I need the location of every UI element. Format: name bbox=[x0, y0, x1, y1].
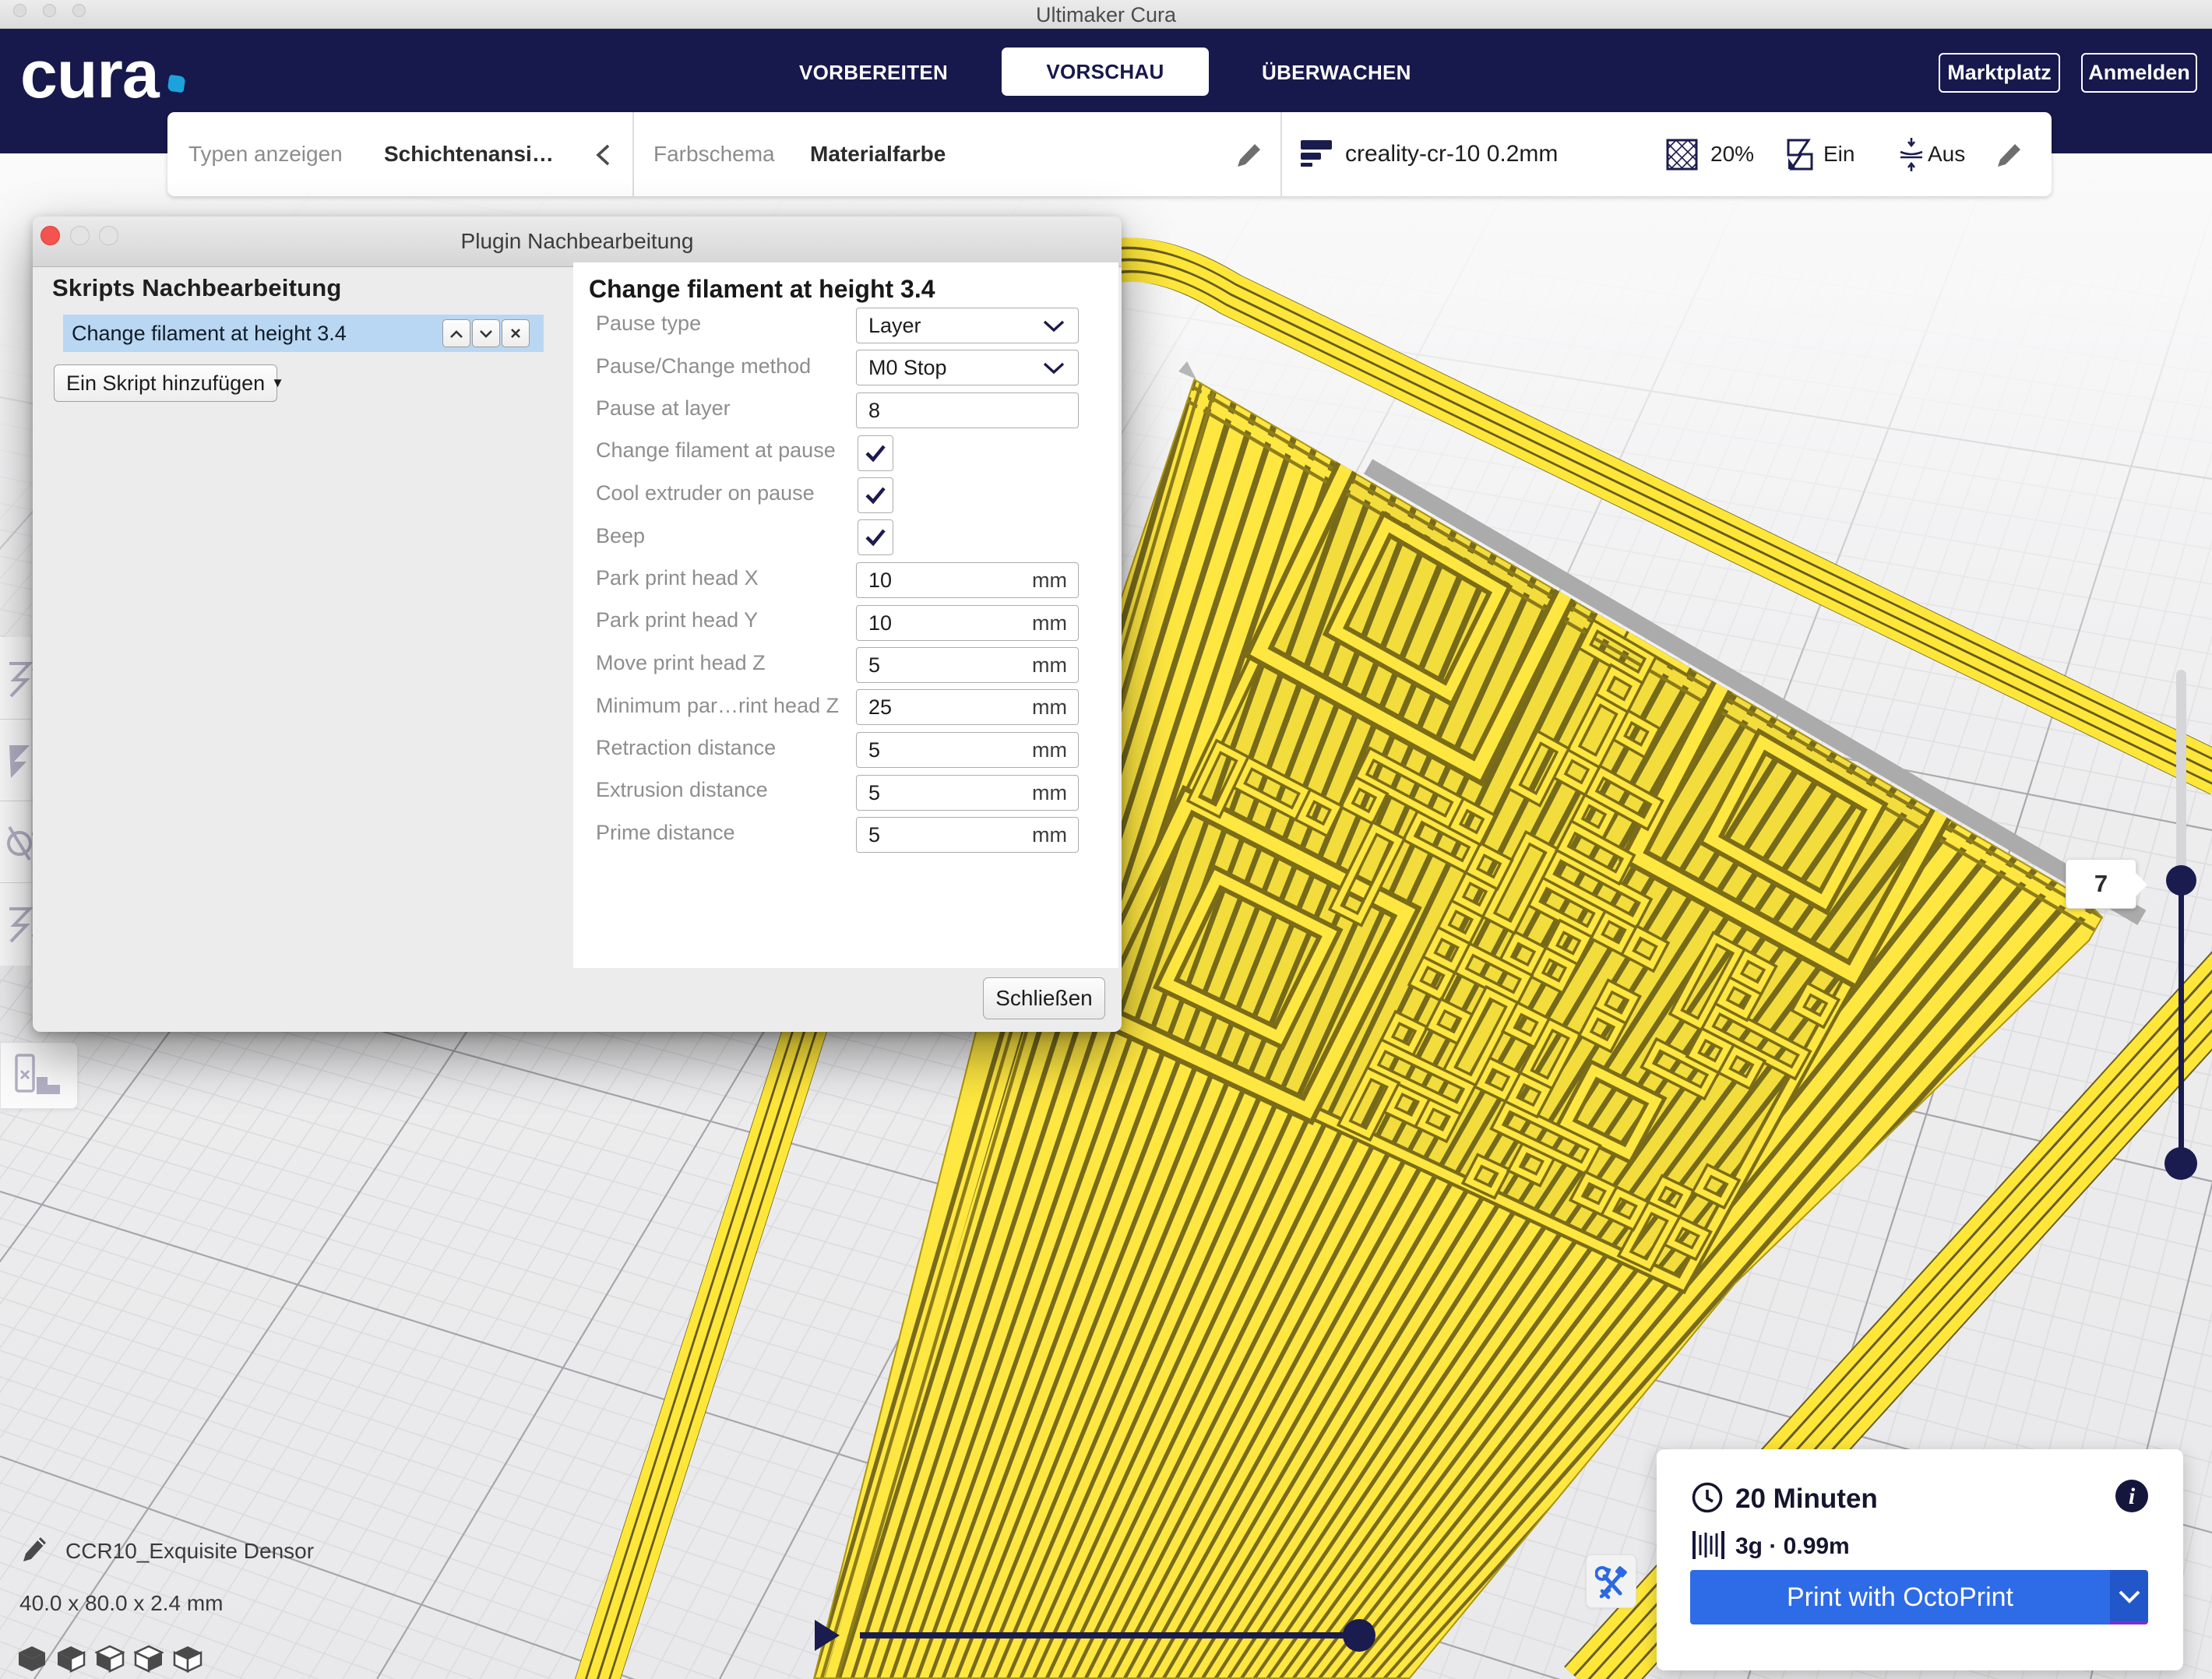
svg-text:i: i bbox=[2129, 1484, 2136, 1509]
